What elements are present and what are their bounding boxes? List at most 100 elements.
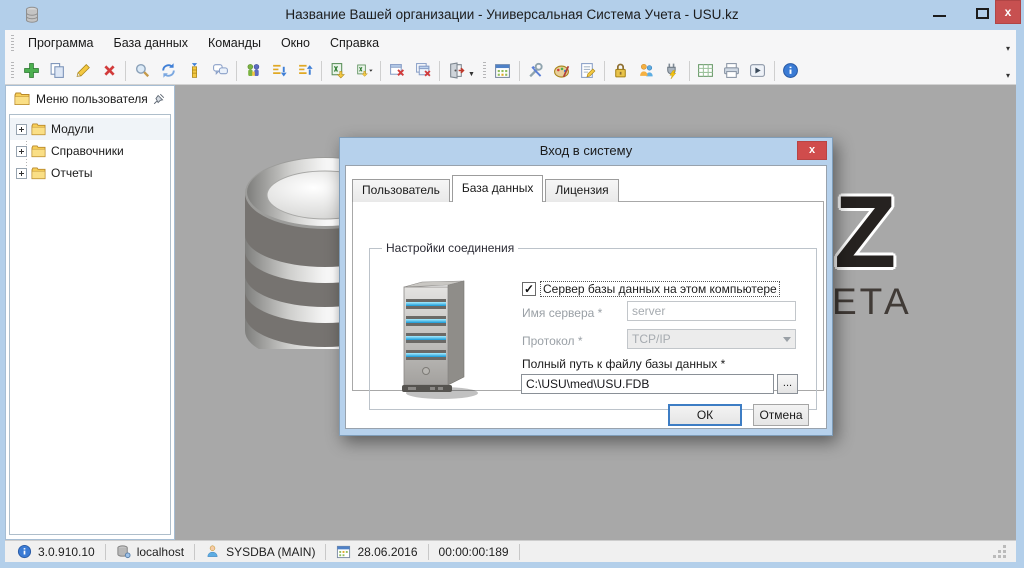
toolbar-separator — [125, 61, 126, 81]
toolbar-separator — [774, 61, 775, 81]
printer-icon — [723, 62, 740, 79]
exit-dropdown-icon[interactable]: ▼ — [468, 71, 475, 78]
collapse-tree-button[interactable] — [293, 59, 317, 83]
tree-item-reports[interactable]: Отчеты — [10, 162, 170, 184]
tab-license[interactable]: Лицензия — [545, 179, 618, 202]
tree-item-modules[interactable]: Модули — [10, 118, 170, 140]
expand-plus-icon[interactable] — [16, 168, 27, 179]
refresh-button[interactable] — [156, 59, 180, 83]
copy-button[interactable] — [45, 59, 69, 83]
info-button[interactable] — [779, 59, 803, 83]
menu-window[interactable]: Окно — [271, 30, 320, 57]
user-groups-button[interactable] — [241, 59, 265, 83]
toolbar-grip[interactable] — [11, 35, 14, 52]
lock-button[interactable] — [609, 59, 633, 83]
folder-icon — [31, 145, 46, 158]
export-excel-menu-button[interactable] — [352, 59, 376, 83]
server-tower-image — [392, 271, 482, 401]
ok-button[interactable]: ОК — [668, 404, 742, 426]
comments-button[interactable] — [208, 59, 232, 83]
menu-program[interactable]: Программа — [18, 30, 104, 57]
power-plug-icon — [664, 62, 681, 79]
status-user: SYSDBA (MAIN) — [203, 544, 317, 559]
dialog-tabs: Пользователь База данных Лицензия — [352, 175, 621, 202]
application-window: Название Вашей организации - Универсальн… — [0, 0, 1024, 568]
folder-icon — [31, 123, 46, 136]
edit-note-button[interactable] — [576, 59, 600, 83]
table-grid-button[interactable] — [694, 59, 718, 83]
server-name-input[interactable] — [627, 301, 796, 321]
fit-columns-button[interactable] — [182, 59, 206, 83]
tree-item-label: Справочники — [51, 144, 124, 158]
toolbar: ▼ ▾ — [5, 57, 1016, 85]
close-all-windows-icon — [415, 62, 432, 79]
add-button[interactable] — [19, 59, 43, 83]
menu-database[interactable]: База данных — [104, 30, 198, 57]
login-dialog: Вход в систему x Пользователь База данны… — [339, 137, 833, 436]
calendar-button[interactable] — [491, 59, 515, 83]
toolbar-grip[interactable] — [483, 62, 486, 79]
pin-icon[interactable] — [152, 92, 166, 106]
appearance-palette-button[interactable] — [550, 59, 574, 83]
edit-note-icon — [579, 62, 596, 79]
tab-database[interactable]: База данных — [452, 175, 543, 202]
minimize-button[interactable] — [933, 15, 946, 17]
database-tab-panel: Настройки соединения — [352, 201, 824, 391]
export-excel-icon — [330, 62, 347, 79]
close-all-windows-button[interactable] — [411, 59, 435, 83]
user-groups-icon — [245, 62, 262, 79]
watermark-partial-text: ЕТА — [832, 281, 912, 323]
tree-item-directories[interactable]: Справочники — [10, 140, 170, 162]
toolbar-grip[interactable] — [11, 62, 14, 79]
palette-icon — [553, 62, 570, 79]
delete-button[interactable] — [97, 59, 121, 83]
expand-tree-button[interactable] — [267, 59, 291, 83]
browse-button[interactable]: ... — [777, 374, 798, 394]
dialog-title: Вход в систему — [340, 138, 832, 165]
run-play-button[interactable] — [746, 59, 770, 83]
local-server-checkbox[interactable]: ✓ — [522, 282, 536, 296]
toolbar-separator — [236, 61, 237, 81]
menu-overflow-icon[interactable]: ▾ — [1006, 44, 1010, 53]
comments-icon — [212, 62, 229, 79]
tab-user[interactable]: Пользователь — [352, 179, 450, 202]
protocol-select[interactable]: TCP/IP — [627, 329, 796, 349]
cancel-button[interactable]: Отмена — [753, 404, 809, 426]
dialog-close-button[interactable]: x — [797, 141, 827, 160]
sidebar-header: Меню пользователя — [6, 86, 174, 112]
menu-bar: Программа База данных Команды Окно Справ… — [5, 30, 1016, 57]
close-window-icon — [389, 62, 406, 79]
exit-button[interactable] — [444, 59, 468, 83]
info-icon — [782, 62, 799, 79]
expand-plus-icon[interactable] — [16, 124, 27, 135]
local-server-checkbox-label[interactable]: Сервер базы данных на этом компьютере — [541, 282, 779, 296]
export-excel-button[interactable] — [326, 59, 350, 83]
customize-tools-button[interactable] — [524, 59, 548, 83]
fit-columns-icon — [186, 62, 203, 79]
db-path-input[interactable] — [521, 374, 774, 394]
export-excel-menu-icon — [356, 62, 373, 79]
sidebar-title: Меню пользователя — [36, 92, 152, 106]
status-separator — [325, 544, 326, 560]
calendar-icon — [336, 544, 351, 559]
status-host: localhost — [114, 544, 186, 559]
edit-button[interactable] — [71, 59, 95, 83]
close-button[interactable]: x — [995, 0, 1021, 24]
menu-help[interactable]: Справка — [320, 30, 389, 57]
menu-commands[interactable]: Команды — [198, 30, 271, 57]
power-connect-button[interactable] — [661, 59, 685, 83]
status-separator — [519, 544, 520, 560]
add-icon — [23, 62, 40, 79]
status-separator — [194, 544, 195, 560]
close-window-button[interactable] — [385, 59, 409, 83]
search-button[interactable] — [130, 59, 154, 83]
users-button[interactable] — [635, 59, 659, 83]
expand-plus-icon[interactable] — [16, 146, 27, 157]
expand-tree-icon — [271, 62, 288, 79]
maximize-button[interactable] — [976, 8, 989, 19]
folder-icon — [31, 167, 46, 180]
resize-grip[interactable] — [993, 545, 1006, 558]
printer-button[interactable] — [720, 59, 744, 83]
toolbar-overflow-icon[interactable]: ▾ — [1006, 71, 1010, 80]
status-timer: 00:00:00:189 — [437, 545, 511, 559]
